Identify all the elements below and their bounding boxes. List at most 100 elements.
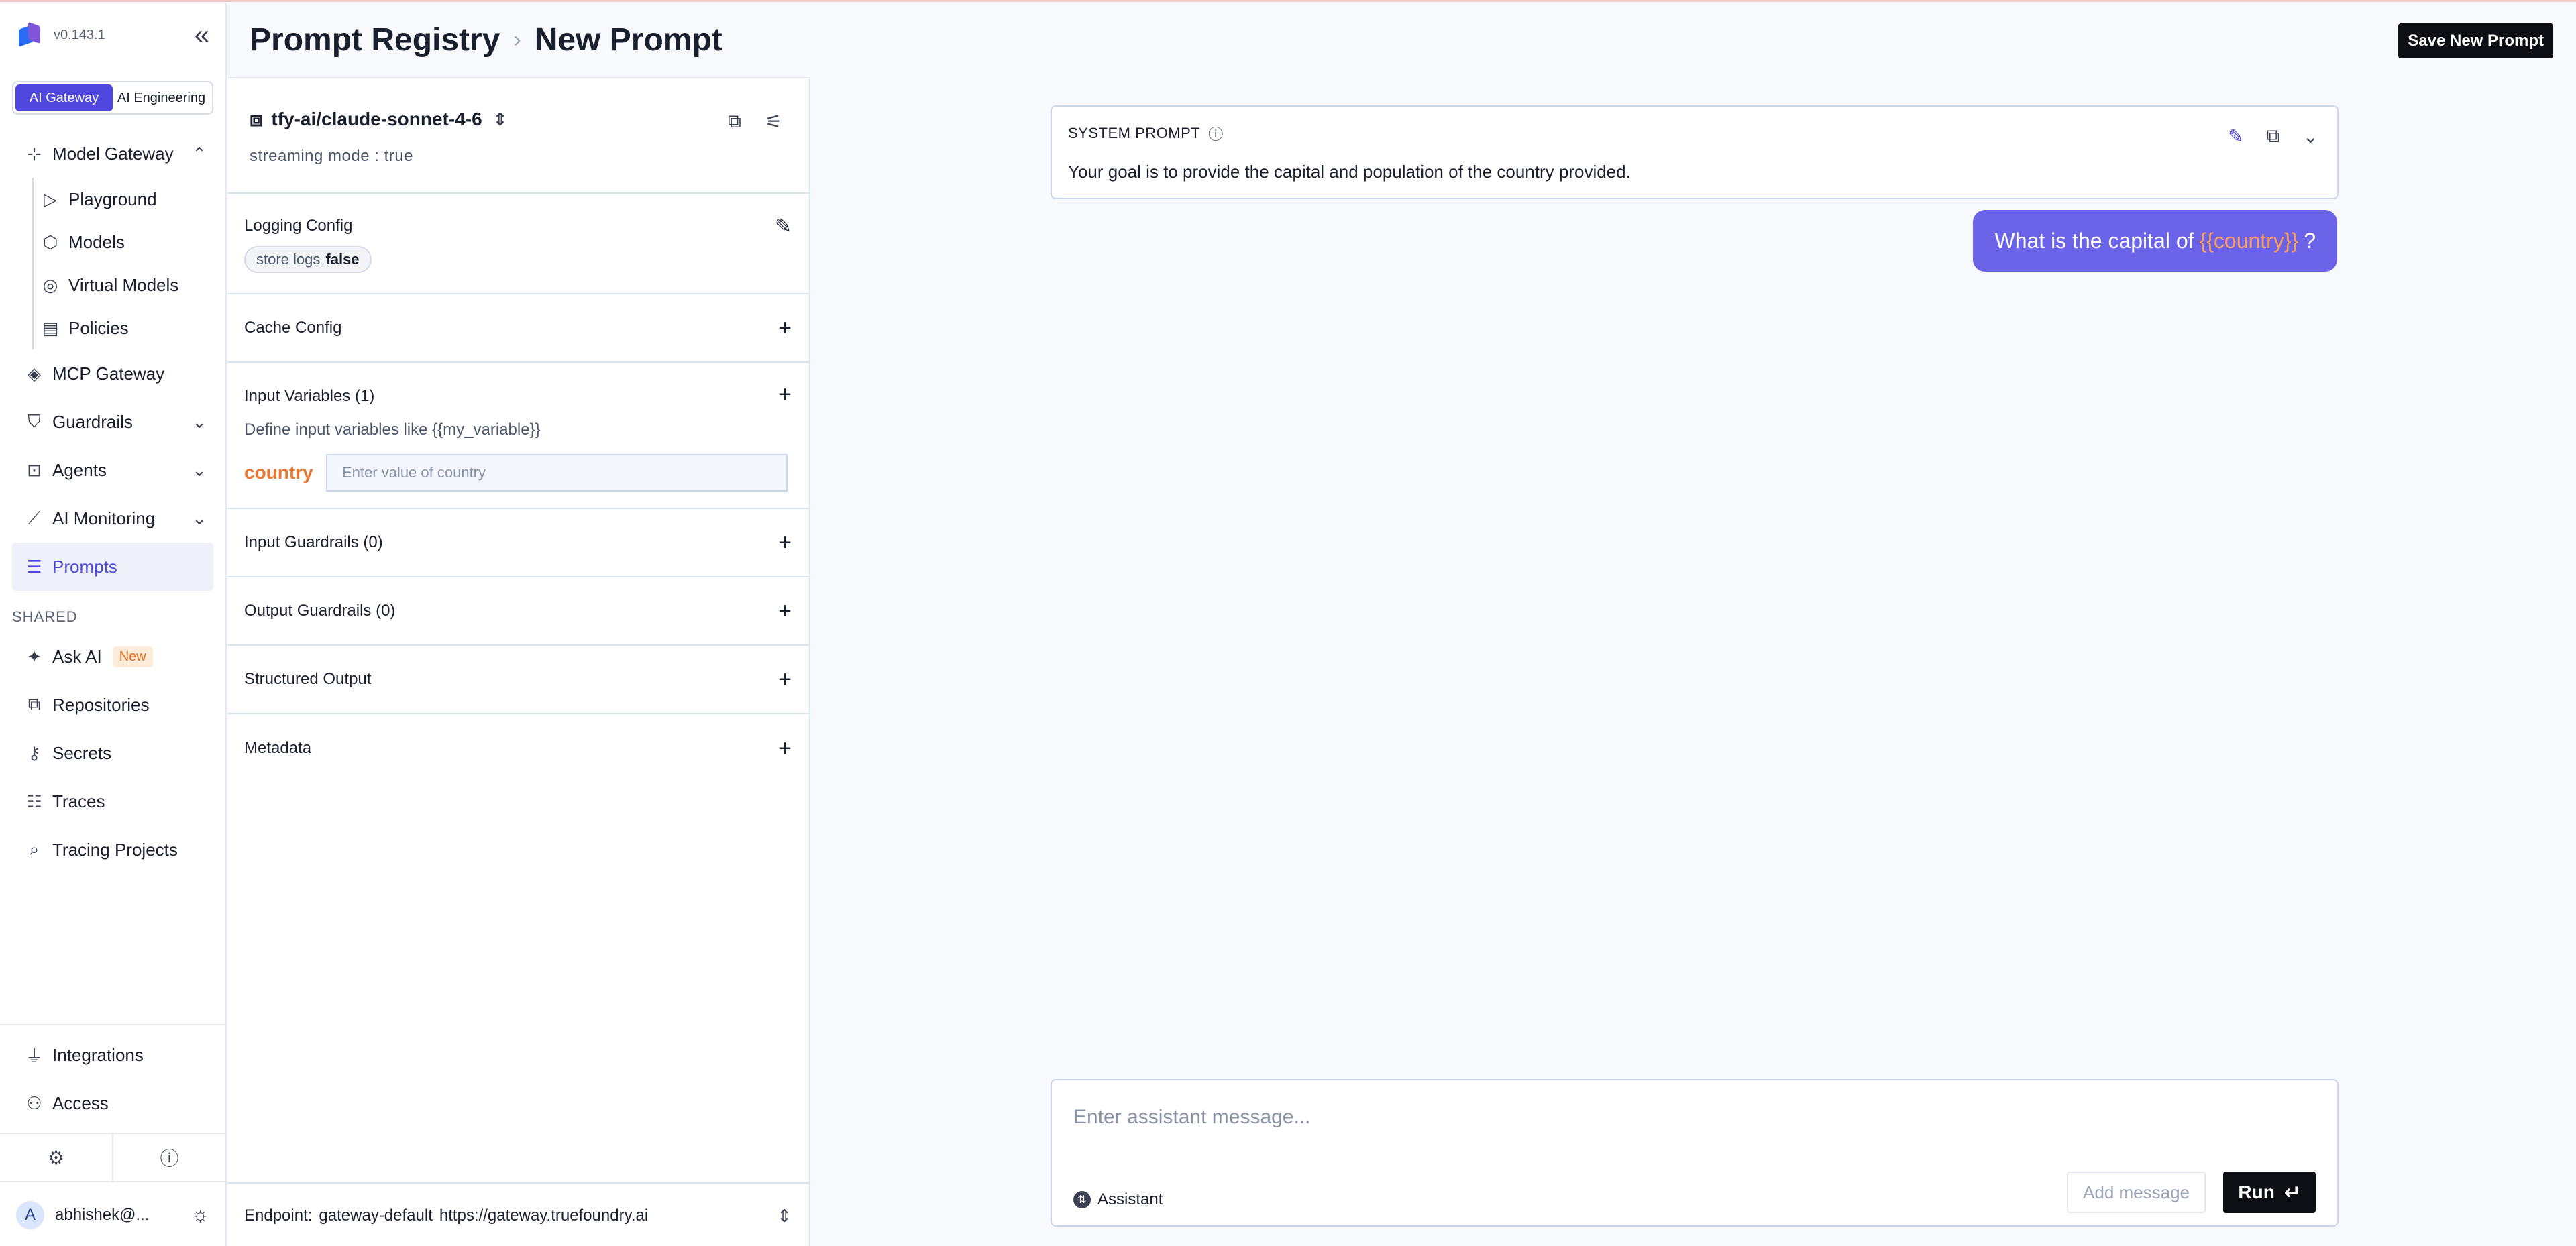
chevron-down-icon: ⌄ xyxy=(192,508,207,528)
system-prompt-text[interactable]: Your goal is to provide the capital and … xyxy=(1068,162,2321,182)
metadata-title: Metadata xyxy=(244,739,312,757)
list-icon: ☷ xyxy=(26,791,42,811)
divider xyxy=(0,1024,225,1025)
model-name: tfy-ai/claude-sonnet-4-6 xyxy=(271,109,482,129)
structured-output-section[interactable]: Structured Output + xyxy=(228,646,809,714)
sidebar-item-label: Model Gateway xyxy=(52,143,174,164)
chevron-down-icon[interactable]: ⌄ xyxy=(2303,125,2318,148)
page-title: New Prompt xyxy=(534,21,722,58)
input-variables-hint: Define input variables like {{my_variabl… xyxy=(244,420,541,439)
swap-role-icon: ⇅ xyxy=(1073,1191,1091,1208)
sidebar-item-label: Agents xyxy=(52,459,107,480)
sidebar-item-label: Ask AI xyxy=(52,646,102,667)
play-icon: ▷ xyxy=(44,188,57,209)
user-message-bubble[interactable]: What is the capital of {{country}} ? xyxy=(1973,210,2337,272)
sidebar-item-traces[interactable]: ☷ Traces xyxy=(0,777,225,826)
document-icon: ▤ xyxy=(42,317,59,338)
sidebar-item-models[interactable]: ⬡ Models xyxy=(0,221,225,264)
breadcrumb-separator-icon: › xyxy=(513,26,521,52)
sidebar-item-playground[interactable]: ▷ Playground xyxy=(0,178,225,221)
add-plus-icon[interactable]: + xyxy=(778,737,792,760)
sidebar-item-policies[interactable]: ▤ Policies xyxy=(0,306,225,349)
segment-ai-engineering[interactable]: AI Engineering xyxy=(113,84,210,111)
add-plus-icon[interactable]: + xyxy=(778,668,792,691)
variable-name: country xyxy=(244,462,313,483)
run-label: Run xyxy=(2238,1182,2275,1202)
chevron-up-icon: ⌃ xyxy=(192,143,207,164)
endpoint-selector[interactable]: Endpoint: gateway-default https://gatewa… xyxy=(228,1182,809,1246)
user-row: A abhishek@... ☼ xyxy=(0,1182,225,1246)
role-selector[interactable]: ⇅ Assistant xyxy=(1073,1190,1163,1209)
output-guardrails-section[interactable]: Output Guardrails (0) + xyxy=(228,577,809,646)
endpoint-name: gateway-default xyxy=(319,1206,433,1225)
breadcrumb-prompt-registry[interactable]: Prompt Registry xyxy=(250,21,500,58)
sidebar-item-mcp-gateway[interactable]: ◈ MCP Gateway xyxy=(0,349,225,398)
metadata-section[interactable]: Metadata + xyxy=(228,714,809,783)
page-header: Prompt Registry › New Prompt Save New Pr… xyxy=(228,2,2576,77)
user-name[interactable]: abhishek@... xyxy=(55,1206,191,1225)
add-plus-icon[interactable]: + xyxy=(778,383,792,406)
sidebar-header: v0.143.1 « xyxy=(0,2,225,68)
sidebar-item-label: Tracing Projects xyxy=(52,839,178,860)
sidebar-item-guardrails[interactable]: ⛉ Guardrails ⌄ xyxy=(0,398,225,446)
help-icon[interactable]: ⓘ xyxy=(112,1134,225,1181)
store-logs-value: false xyxy=(325,251,360,268)
info-icon[interactable]: ⓘ xyxy=(1208,123,1224,144)
logging-config-section: Logging Config ✎ store logs false xyxy=(228,194,809,294)
sidebar-item-label: Prompts xyxy=(52,556,117,577)
sidebar-item-virtual-models[interactable]: ◎ Virtual Models xyxy=(0,264,225,306)
structured-output-title: Structured Output xyxy=(244,670,372,688)
streaming-mode-text: streaming mode : true xyxy=(250,147,413,165)
chart-icon: ⟋ xyxy=(28,508,41,528)
sidebar-item-secrets[interactable]: ⚷ Secrets xyxy=(0,729,225,777)
settings-sliders-icon[interactable]: ⚟ xyxy=(765,111,782,133)
run-button[interactable]: Run ↵ xyxy=(2223,1172,2316,1213)
system-prompt-card: SYSTEM PROMPT ⓘ ✎ ⧉ ⌄ Your goal is to pr… xyxy=(1051,105,2339,199)
sidebar-item-access[interactable]: ⚇ Access xyxy=(0,1079,225,1127)
settings-gear-icon[interactable]: ⚙ xyxy=(0,1134,112,1181)
sidebar-item-model-gateway[interactable]: ⊹ Model Gateway ⌃ xyxy=(0,129,225,178)
robot-icon: ⊡ xyxy=(27,459,42,480)
segment-ai-gateway[interactable]: AI Gateway xyxy=(15,84,113,111)
truefoundry-logo-icon[interactable] xyxy=(16,21,43,48)
add-plus-icon[interactable]: + xyxy=(778,531,792,554)
sidebar-item-label: Traces xyxy=(52,791,105,811)
system-prompt-header: SYSTEM PROMPT ⓘ xyxy=(1068,123,2321,144)
copy-icon[interactable]: ⧉ xyxy=(2267,125,2280,148)
shield-icon: ⛉ xyxy=(28,411,41,431)
model-selector[interactable]: ⧈ tfy-ai/claude-sonnet-4-6 ⇕ xyxy=(250,107,788,132)
virtual-model-icon: ◎ xyxy=(42,274,58,295)
sidebar: v0.143.1 « AI Gateway AI Engineering ⊹ M… xyxy=(0,2,227,1246)
mcp-icon: ◈ xyxy=(28,363,41,384)
user-message-prefix: What is the capital of xyxy=(1994,228,2194,253)
chevron-down-icon: ⌄ xyxy=(192,411,207,432)
theme-toggle-sun-icon[interactable]: ☼ xyxy=(191,1204,210,1227)
input-variables-title: Input Variables (1) xyxy=(244,387,375,405)
add-plus-icon[interactable]: + xyxy=(778,600,792,622)
prompt-stack-icon: ☰ xyxy=(26,556,42,577)
sidebar-item-ask-ai[interactable]: ✦ Ask AI New xyxy=(0,632,225,681)
folder-search-icon: ⌕ xyxy=(29,839,40,859)
save-new-prompt-button[interactable]: Save New Prompt xyxy=(2398,23,2553,58)
cache-config-section[interactable]: Cache Config + xyxy=(228,294,809,363)
output-guardrails-title: Output Guardrails (0) xyxy=(244,602,396,620)
add-plus-icon[interactable]: + xyxy=(778,317,792,339)
input-guardrails-section[interactable]: Input Guardrails (0) + xyxy=(228,509,809,577)
edit-pencil-icon[interactable]: ✎ xyxy=(775,217,792,237)
logging-config-title: Logging Config xyxy=(244,217,353,235)
sidebar-item-label: AI Monitoring xyxy=(52,508,156,528)
collapse-sidebar-icon[interactable]: « xyxy=(195,21,209,48)
sidebar-item-repositories[interactable]: ⧉ Repositories xyxy=(0,681,225,729)
sidebar-item-prompts[interactable]: ☰ Prompts xyxy=(12,543,213,591)
sidebar-item-integrations[interactable]: ⏚ Integrations xyxy=(0,1031,225,1079)
sidebar-item-tracing-projects[interactable]: ⌕ Tracing Projects xyxy=(0,826,225,874)
copy-icon[interactable]: ⧉ xyxy=(728,111,741,133)
input-guardrails-title: Input Guardrails (0) xyxy=(244,533,383,551)
avatar[interactable]: A xyxy=(16,1201,44,1229)
variable-value-input[interactable]: Enter value of country xyxy=(326,454,788,492)
edit-pencil-icon[interactable]: ✎ xyxy=(2228,125,2243,148)
sidebar-item-ai-monitoring[interactable]: ⟋ AI Monitoring ⌄ xyxy=(0,494,225,543)
assistant-message-input[interactable]: Enter assistant message... xyxy=(1073,1106,1311,1129)
sidebar-item-agents[interactable]: ⊡ Agents ⌄ xyxy=(0,446,225,494)
add-message-button[interactable]: Add message xyxy=(2067,1172,2206,1213)
